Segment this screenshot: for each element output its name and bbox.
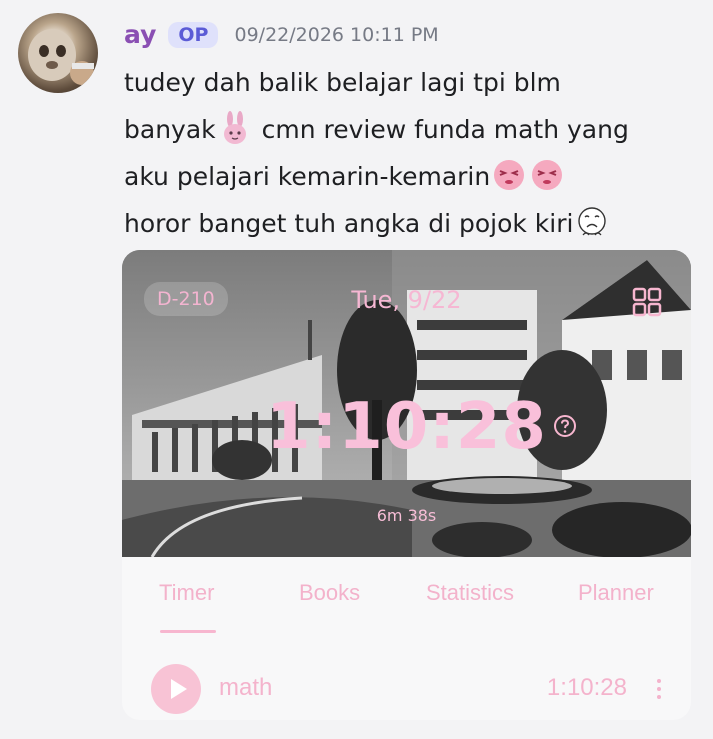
embarrassed-face-icon: [494, 160, 525, 190]
tab-books[interactable]: Books: [299, 580, 360, 606]
tab-statistics[interactable]: Statistics: [426, 580, 514, 606]
active-tab-indicator: [160, 630, 216, 633]
task-name: math: [219, 674, 273, 701]
task-row[interactable]: math 1:10:28: [122, 658, 691, 714]
message-line: tudey dah balik belajar lagi tpi blm: [124, 68, 561, 97]
avatar[interactable]: [18, 13, 98, 93]
bunny-sticker-icon: [223, 111, 246, 144]
task-time: 1:10:28: [546, 674, 627, 701]
play-icon: [171, 679, 187, 699]
session-time: 6m 38s: [376, 506, 437, 525]
grid-menu-icon[interactable]: [632, 287, 662, 317]
background-photo: D-210 Tue, 9/22 1:10:28 6m 38s: [122, 250, 691, 557]
tab-bar: Timer Books Statistics Planner: [122, 580, 691, 636]
study-timer-card: D-210 Tue, 9/22 1:10:28 6m 38s Timer Boo…: [122, 250, 691, 720]
message-body: tudey dah balik belajar lagi tpi blm ban…: [124, 59, 694, 247]
message-line: banyak cmn review funda math yang: [124, 106, 694, 153]
op-badge: OP: [168, 21, 219, 48]
tab-timer[interactable]: Timer: [159, 580, 214, 606]
play-button[interactable]: [151, 664, 201, 714]
embarrassed-face-icon: [532, 160, 563, 190]
post-header: ay OP 09/22/2026 10:11 PM: [124, 20, 439, 49]
help-icon[interactable]: [553, 414, 577, 438]
more-options-icon[interactable]: [652, 676, 666, 702]
crying-face-icon: [578, 207, 607, 236]
username[interactable]: ay: [124, 20, 156, 49]
tab-planner[interactable]: Planner: [578, 580, 654, 606]
message-line: horor banget tuh angka di pojok kiri: [124, 200, 694, 247]
message-line: aku pelajari kemarin-kemarin: [124, 153, 694, 200]
timestamp: 09/22/2026 10:11 PM: [234, 23, 439, 46]
main-timer: 1:10:28: [266, 390, 547, 464]
date-label: Tue, 9/22: [351, 286, 462, 314]
